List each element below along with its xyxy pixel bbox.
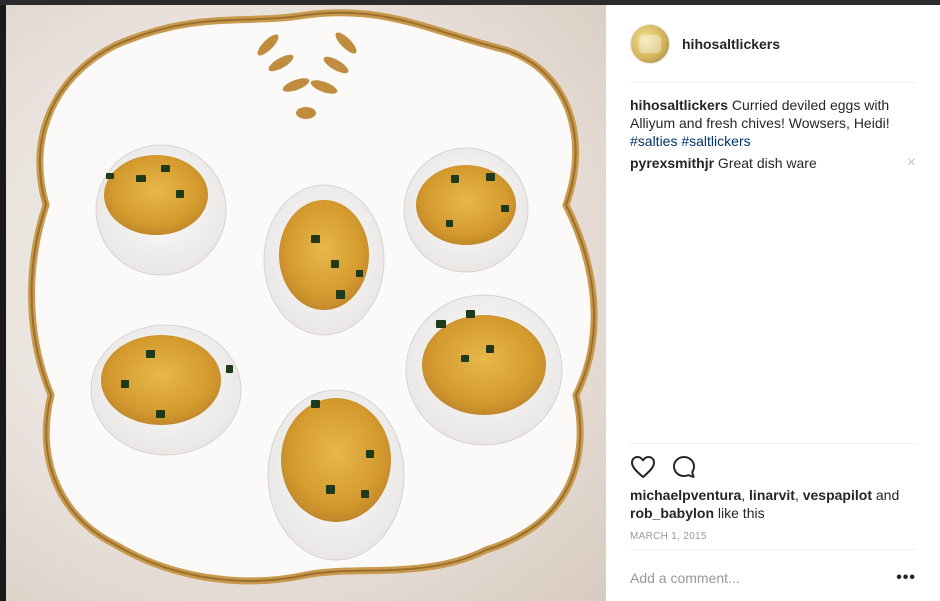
action-bar <box>630 454 696 480</box>
comment-author[interactable]: pyrexsmithjr <box>630 155 714 171</box>
liker-link[interactable]: linarvit <box>749 487 795 503</box>
add-comment-input[interactable]: Add a comment... <box>630 570 740 586</box>
hashtag-link[interactable]: #salties <box>630 133 677 149</box>
delete-comment-icon[interactable]: × <box>907 154 916 172</box>
comment-input-divider <box>630 549 916 550</box>
avatar[interactable] <box>630 24 670 64</box>
liker-link[interactable]: michaelpventura <box>630 487 741 503</box>
header-divider <box>630 82 916 83</box>
post-image[interactable] <box>6 5 606 601</box>
actions-divider <box>630 443 916 444</box>
comment-caption: hihosaltlickers Curried deviled eggs wit… <box>630 96 916 150</box>
post-header: hihosaltlickers <box>630 23 916 65</box>
liker-link[interactable]: rob_babylon <box>630 505 714 521</box>
comment-author[interactable]: hihosaltlickers <box>630 97 728 113</box>
likes-suffix: like this <box>714 505 765 521</box>
comment-bubble-icon[interactable] <box>672 455 696 479</box>
add-comment-bar: Add a comment... ••• <box>630 566 916 590</box>
comment-text: Great dish ware <box>714 155 817 171</box>
heart-icon[interactable] <box>630 455 656 479</box>
post-date[interactable]: MARCH 1, 2015 <box>630 531 707 542</box>
comments-list: hihosaltlickers Curried deviled eggs wit… <box>630 96 916 176</box>
separator: , <box>794 487 803 503</box>
deviled-eggs-photo <box>28 9 598 585</box>
more-options-icon[interactable]: ••• <box>896 569 916 587</box>
likes-summary: michaelpventura, linarvit, vespapilot an… <box>630 486 916 522</box>
separator: , <box>741 487 750 503</box>
post-details-panel: hihosaltlickers hihosaltlickers Curried … <box>606 5 940 601</box>
separator: and <box>871 487 900 503</box>
comment-item: pyrexsmithjr Great dish ware × <box>630 154 916 172</box>
liker-link[interactable]: vespapilot <box>803 487 872 503</box>
hashtag-link[interactable]: #saltlickers <box>681 133 750 149</box>
header-username[interactable]: hihosaltlickers <box>682 36 780 52</box>
